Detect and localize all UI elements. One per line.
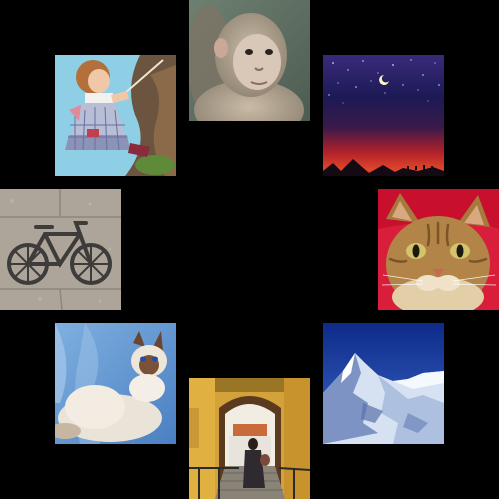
tabby-cat-photo-icon: [378, 189, 499, 310]
monkey-photo-icon: [189, 0, 310, 121]
night-sky-photo-icon: [323, 55, 444, 176]
gallery-tile-doll[interactable]: [55, 55, 176, 176]
mountain-photo-icon: [323, 323, 444, 444]
gallery-tile-monkey[interactable]: [189, 0, 310, 121]
bicycle-sign-photo-icon: [0, 189, 121, 310]
gallery-tile-mountain[interactable]: [323, 323, 444, 444]
alley-stairs-photo-icon: [189, 378, 310, 499]
gallery-tile-tabby-cat[interactable]: [378, 189, 499, 310]
gallery-tile-alley-stairs[interactable]: [189, 378, 310, 499]
gallery-tile-white-cat[interactable]: [55, 323, 176, 444]
gallery-tile-night-sky[interactable]: [323, 55, 444, 176]
white-cat-photo-icon: [55, 323, 176, 444]
doll-photo-icon: [55, 55, 176, 176]
gallery-tile-bicycle[interactable]: [0, 189, 121, 310]
